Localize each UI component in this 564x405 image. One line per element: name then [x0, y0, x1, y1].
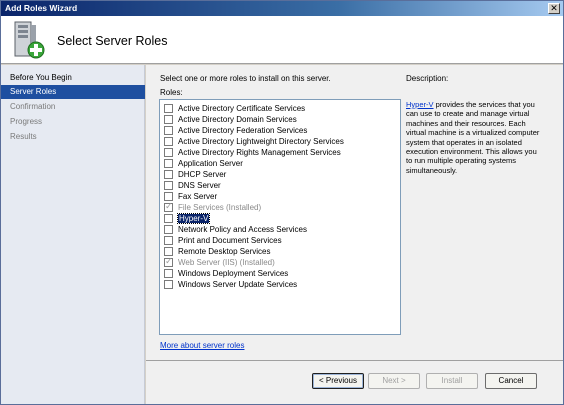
close-icon[interactable]: ✕ [548, 3, 560, 14]
role-label: Active Directory Federation Services [178, 126, 308, 135]
role-checkbox[interactable] [164, 104, 173, 113]
role-label: File Services (Installed) [178, 203, 262, 212]
role-item[interactable]: Hyper-V [164, 213, 211, 224]
role-label: Print and Document Services [178, 236, 282, 245]
install-button[interactable]: Install [426, 373, 478, 389]
wizard-header: Select Server Roles [1, 16, 563, 64]
role-label: Remote Desktop Services [178, 247, 271, 256]
hyper-v-link[interactable]: Hyper-V [406, 100, 434, 109]
role-label: Active Directory Lightweight Directory S… [178, 137, 344, 146]
role-checkbox[interactable] [164, 192, 173, 201]
nav-item-progress: Progress [10, 117, 43, 126]
role-item[interactable]: Active Directory Rights Management Servi… [164, 147, 341, 158]
role-item[interactable]: Remote Desktop Services [164, 246, 270, 257]
role-item[interactable]: DNS Server [164, 180, 221, 191]
role-item[interactable]: Application Server [164, 158, 243, 169]
role-item[interactable]: Active Directory Lightweight Directory S… [164, 136, 344, 147]
wizard-nav: Before You Begin Server Roles Confirmati… [1, 65, 145, 404]
description-label: Description: [406, 74, 449, 83]
role-item[interactable]: Network Policy and Access Services [164, 224, 307, 235]
nav-item-results: Results [10, 132, 37, 141]
description-body: provides the services that you can use t… [406, 100, 540, 175]
role-item[interactable]: Active Directory Certificate Services [164, 103, 305, 114]
role-label: DHCP Server [178, 170, 227, 179]
cancel-button[interactable]: Cancel [485, 373, 537, 389]
role-checkbox[interactable] [164, 159, 173, 168]
role-item[interactable]: Active Directory Domain Services [164, 114, 297, 125]
previous-button[interactable]: < Previous [312, 373, 364, 389]
role-label: Active Directory Domain Services [178, 115, 297, 124]
more-about-roles-link[interactable]: More about server roles [160, 341, 244, 350]
role-item[interactable]: Windows Server Update Services [164, 279, 297, 290]
page-title: Select Server Roles [57, 34, 168, 48]
nav-item-confirmation: Confirmation [10, 102, 56, 111]
roles-label: Roles: [160, 88, 183, 97]
role-checkbox[interactable] [164, 269, 173, 278]
wizard-footer: < Previous Next > Install Cancel [146, 360, 563, 404]
window-title: Add Roles Wizard [5, 3, 78, 13]
role-label: DNS Server [178, 181, 221, 190]
role-label: Web Server (IIS) (Installed) [178, 258, 275, 267]
role-checkbox [164, 256, 173, 267]
instruction-text: Select one or more roles to install on t… [160, 74, 331, 83]
role-checkbox[interactable] [164, 214, 173, 223]
role-item[interactable]: DHCP Server [164, 169, 226, 180]
role-checkbox[interactable] [164, 236, 173, 245]
role-label: Active Directory Certificate Services [178, 104, 306, 113]
role-label: Windows Server Update Services [178, 280, 298, 289]
role-checkbox[interactable] [164, 115, 173, 124]
content-pane: Select one or more roles to install on t… [146, 65, 563, 360]
next-button[interactable]: Next > [368, 373, 420, 389]
description-text: Hyper-V provides the services that you c… [406, 100, 541, 175]
role-checkbox[interactable] [164, 137, 173, 146]
role-item[interactable]: Active Directory Federation Services [164, 125, 307, 136]
role-checkbox[interactable] [164, 280, 173, 289]
role-checkbox[interactable] [164, 126, 173, 135]
role-label: Application Server [178, 159, 243, 168]
role-label: Active Directory Rights Management Servi… [178, 148, 341, 157]
role-checkbox[interactable] [164, 247, 173, 256]
title-bar: Add Roles Wizard ✕ [1, 1, 563, 16]
role-item: Web Server (IIS) (Installed) [164, 256, 275, 268]
role-checkbox [164, 201, 173, 212]
nav-item-server-roles[interactable]: Server Roles [1, 85, 145, 99]
role-checkbox[interactable] [164, 148, 173, 157]
role-label: Hyper-V [176, 213, 211, 224]
role-checkbox[interactable] [164, 181, 173, 190]
role-item: File Services (Installed) [164, 201, 262, 213]
nav-item-before-you-begin[interactable]: Before You Begin [1, 71, 145, 85]
role-label: Windows Deployment Services [178, 269, 289, 278]
roles-list[interactable]: Active Directory Certificate Services Ac… [159, 99, 401, 335]
role-label: Fax Server [178, 192, 218, 201]
role-checkbox[interactable] [164, 225, 173, 234]
wizard-window: Add Roles Wizard ✕ Select Server Roles B… [0, 0, 564, 405]
role-label: Network Policy and Access Services [178, 225, 307, 234]
role-checkbox[interactable] [164, 170, 173, 179]
role-item[interactable]: Print and Document Services [164, 235, 282, 246]
role-item[interactable]: Windows Deployment Services [164, 268, 288, 279]
server-add-icon [14, 21, 45, 59]
